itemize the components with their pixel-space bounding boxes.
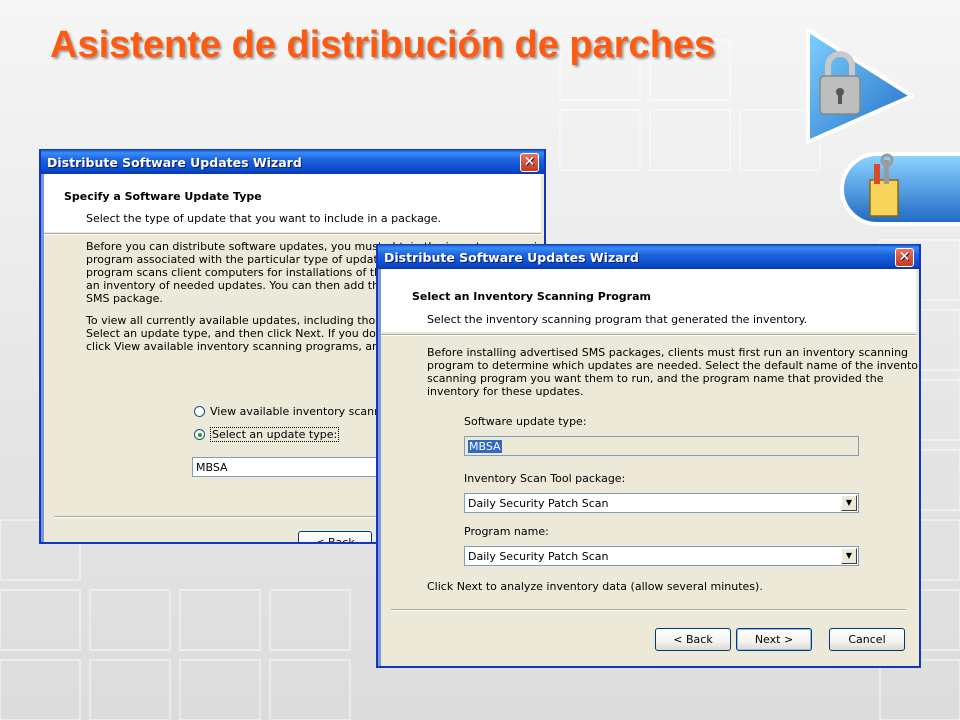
program-name-value: Daily Security Patch Scan [468, 550, 609, 563]
footer-note: Click Next to analyze inventory data (al… [427, 580, 763, 593]
window-title: Distribute Software Updates Wizard [47, 155, 302, 170]
header-divider [381, 334, 916, 336]
back-button[interactable]: < Back [655, 628, 731, 651]
view-programs-radio[interactable] [194, 406, 205, 417]
wizard-header: Select an Inventory Scanning Program Sel… [381, 269, 916, 332]
header-title: Select an Inventory Scanning Program [412, 290, 651, 303]
lock-icon [806, 28, 914, 144]
header-subtitle: Select the inventory scanning program th… [427, 313, 808, 326]
program-name-dropdown[interactable]: Daily Security Patch Scan ▼ [464, 546, 859, 566]
software-update-type-label: Software update type: [464, 415, 587, 428]
wizard-window-front: Distribute Software Updates Wizard ✕ Sel… [377, 245, 920, 667]
cancel-button[interactable]: Cancel [829, 628, 905, 651]
inventory-tool-dropdown[interactable]: Daily Security Patch Scan ▼ [464, 493, 859, 513]
select-update-type-text: Select an update type: [210, 427, 340, 442]
chevron-down-icon[interactable]: ▼ [841, 495, 857, 511]
header-subtitle: Select the type of update that you want … [86, 212, 442, 225]
select-update-type-label[interactable]: Select an update type: [210, 427, 340, 442]
close-button[interactable]: ✕ [520, 153, 539, 172]
intro-paragraph: Before installing advertised SMS package… [427, 346, 919, 398]
software-update-type-value: MBSA [468, 440, 502, 453]
header-divider [44, 233, 541, 235]
close-button[interactable]: ✕ [895, 248, 914, 267]
title-bar[interactable]: Distribute Software Updates Wizard ✕ [378, 245, 919, 269]
window-title: Distribute Software Updates Wizard [384, 250, 639, 265]
software-update-type-field: MBSA [464, 436, 859, 456]
back-button[interactable]: < Back [298, 531, 372, 542]
title-bar[interactable]: Distribute Software Updates Wizard ✕ [41, 150, 544, 174]
program-name-label: Program name: [464, 525, 549, 538]
wizard-header: Specify a Software Update Type Select th… [44, 174, 541, 232]
slide-title: Asistente de distribución de parches [50, 24, 716, 66]
header-title: Specify a Software Update Type [64, 190, 262, 203]
tools-icon [840, 152, 960, 226]
inventory-tool-label: Inventory Scan Tool package: [464, 472, 626, 485]
inventory-tool-value: Daily Security Patch Scan [468, 497, 609, 510]
next-button[interactable]: Next > [736, 628, 812, 651]
chevron-down-icon[interactable]: ▼ [841, 548, 857, 564]
select-update-type-radio[interactable] [194, 429, 205, 440]
footer-divider [391, 609, 906, 611]
